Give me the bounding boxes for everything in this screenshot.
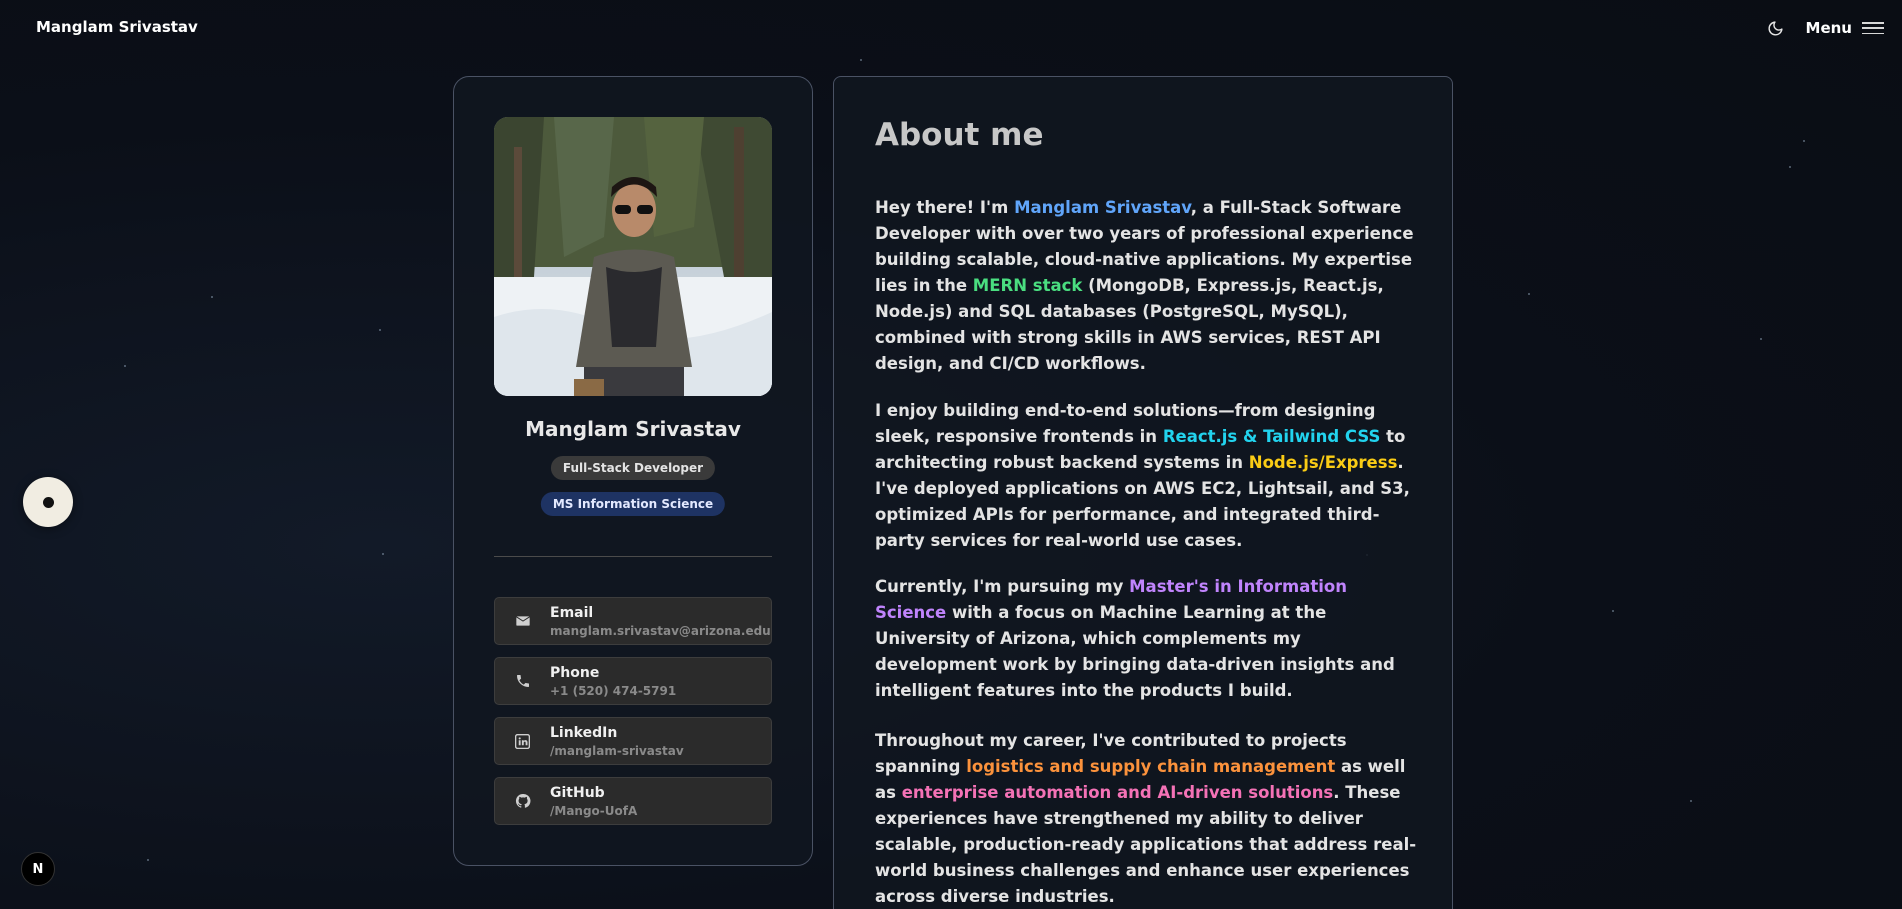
text: Currently, I'm pursuing my bbox=[875, 577, 1130, 596]
about-paragraph-education: Currently, I'm pursuing my Master's in I… bbox=[875, 574, 1420, 704]
about-paragraph-skills: I enjoy building end-to-end solutions—fr… bbox=[875, 398, 1420, 554]
dot-icon bbox=[42, 496, 54, 508]
mail-icon bbox=[515, 616, 530, 626]
about-title: About me bbox=[875, 117, 1044, 153]
degree-badge: MS Information Science bbox=[540, 492, 726, 516]
text: with a focus on Machine Learning at the … bbox=[875, 603, 1395, 700]
linkedin-icon bbox=[515, 733, 530, 749]
badge-letter: N bbox=[32, 861, 44, 877]
profile-card: Manglam Srivastav Full-Stack Developer M… bbox=[453, 76, 813, 866]
theme-toggle-button[interactable] bbox=[1764, 16, 1788, 40]
contact-value: +1 (520) 474-5791 bbox=[550, 683, 677, 698]
contact-phone[interactable]: Phone +1 (520) 474-5791 bbox=[494, 657, 772, 705]
star bbox=[1789, 166, 1791, 168]
star bbox=[379, 329, 381, 331]
text: Hey there! I'm bbox=[875, 198, 1015, 217]
github-icon bbox=[515, 793, 530, 808]
divider bbox=[494, 556, 772, 557]
contact-email[interactable]: Email manglam.srivastav@arizona.edu bbox=[494, 597, 772, 645]
contact-value: /Mango-UofA bbox=[550, 803, 638, 818]
next-badge[interactable]: N bbox=[21, 852, 55, 886]
highlight-mern: MERN stack bbox=[972, 276, 1083, 295]
star bbox=[1803, 140, 1805, 142]
star bbox=[382, 553, 384, 555]
profile-photo bbox=[494, 117, 772, 396]
menu-label: Menu bbox=[1805, 19, 1852, 37]
star bbox=[211, 296, 213, 298]
contact-github[interactable]: GitHub /Mango-UofA bbox=[494, 777, 772, 825]
profile-name: Manglam Srivastav bbox=[525, 417, 741, 441]
star bbox=[1760, 338, 1762, 340]
role-badge: Full-Stack Developer bbox=[550, 456, 716, 480]
contact-linkedin[interactable]: LinkedIn /manglam-srivastav bbox=[494, 717, 772, 765]
contact-label: LinkedIn bbox=[550, 724, 618, 741]
star bbox=[124, 365, 126, 367]
contact-label: Phone bbox=[550, 664, 600, 681]
moon-icon bbox=[1768, 20, 1783, 35]
star bbox=[1528, 293, 1530, 295]
star bbox=[1612, 610, 1614, 612]
highlight-logistics: logistics and supply chain management bbox=[966, 757, 1336, 776]
star bbox=[147, 859, 149, 861]
phone-icon bbox=[516, 675, 529, 687]
highlight-enterprise: enterprise automation and AI-driven solu… bbox=[901, 783, 1334, 802]
highlight-node: Node.js/Express bbox=[1248, 453, 1398, 472]
highlight-name: Manglam Srivastav bbox=[1014, 198, 1191, 217]
star bbox=[860, 59, 862, 61]
star bbox=[1690, 800, 1692, 802]
menu-button[interactable]: Menu bbox=[1806, 19, 1884, 37]
highlight-react: React.js & Tailwind CSS bbox=[1162, 427, 1381, 446]
about-paragraph-intro: Hey there! I'm Manglam Srivastav, a Full… bbox=[875, 195, 1420, 377]
site-brand[interactable]: Manglam Srivastav bbox=[36, 18, 198, 36]
about-card: About me Hey there! I'm Manglam Srivasta… bbox=[833, 76, 1453, 909]
about-paragraph-career: Throughout my career, I've contributed t… bbox=[875, 728, 1420, 909]
contact-value: /manglam-srivastav bbox=[550, 743, 684, 758]
contact-label: Email bbox=[550, 604, 594, 621]
top-nav: Menu bbox=[1764, 16, 1884, 40]
contact-label: GitHub bbox=[550, 784, 605, 801]
floating-cursor-button[interactable] bbox=[23, 477, 73, 527]
hamburger-icon bbox=[1862, 22, 1884, 34]
contact-value: manglam.srivastav@arizona.edu bbox=[550, 623, 771, 638]
